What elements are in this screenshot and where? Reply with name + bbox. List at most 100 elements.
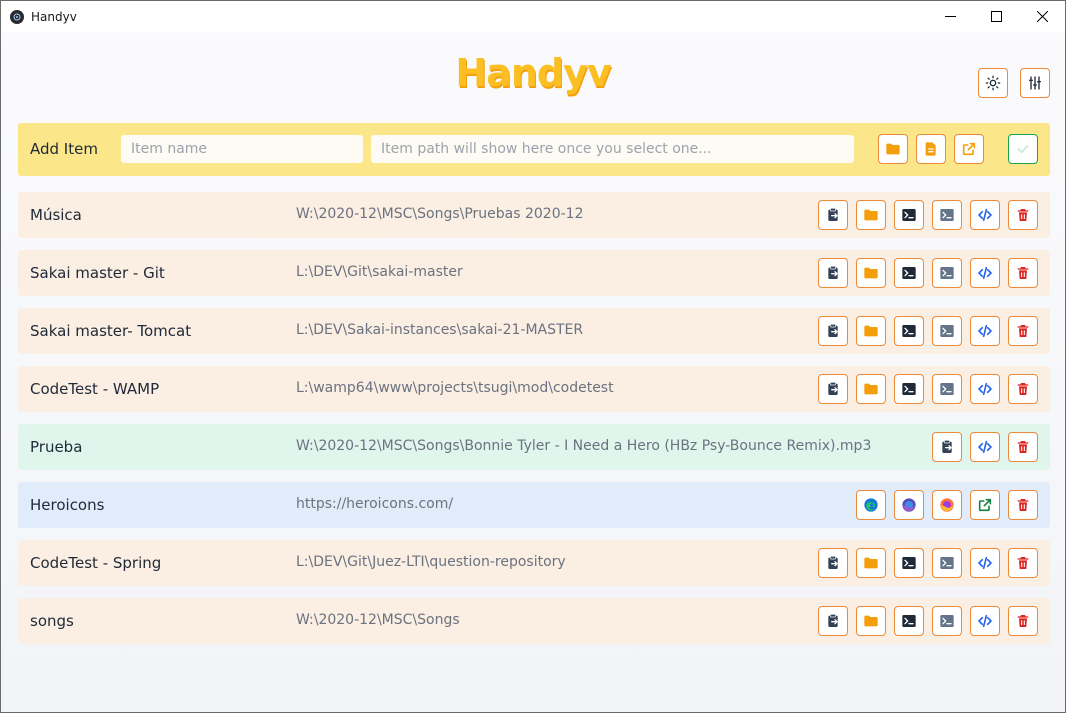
- item-row: songs W:\2020-12\MSC\Songs: [18, 598, 1050, 644]
- trash-icon: [1017, 383, 1029, 395]
- delete-button[interactable]: [1008, 490, 1038, 520]
- add-item-bar: Add Item: [18, 123, 1050, 176]
- maximize-button[interactable]: [973, 1, 1019, 32]
- open-in-browser-button[interactable]: [970, 490, 1000, 520]
- item-path: https://heroicons.com/: [296, 496, 454, 512]
- open-folder-button[interactable]: [856, 548, 886, 578]
- item-row: Heroicons https://heroicons.com/: [18, 482, 1050, 528]
- open-in-editor-button[interactable]: [970, 316, 1000, 346]
- select-file-button[interactable]: [916, 134, 946, 164]
- select-folder-button[interactable]: [878, 134, 908, 164]
- open-in-editor-button[interactable]: [970, 258, 1000, 288]
- open-in-firefox-dev-button[interactable]: [894, 490, 924, 520]
- close-icon: [1036, 11, 1048, 22]
- external-link-icon: [978, 498, 992, 512]
- trash-icon: [1017, 325, 1029, 337]
- folder-icon: [864, 615, 878, 627]
- confirm-add-button[interactable]: [1008, 134, 1038, 164]
- open-terminal-button[interactable]: [894, 606, 924, 636]
- open-in-editor-button[interactable]: [970, 548, 1000, 578]
- code-icon: [978, 266, 992, 280]
- copy-path-button[interactable]: [818, 374, 848, 404]
- open-powershell-button[interactable]: [932, 374, 962, 404]
- copy-path-button[interactable]: [818, 606, 848, 636]
- item-name: Heroicons: [30, 496, 105, 514]
- open-in-firefox-button[interactable]: [932, 490, 962, 520]
- minimize-button[interactable]: [927, 1, 973, 32]
- item-name-input[interactable]: [121, 135, 363, 163]
- copy-path-button[interactable]: [818, 200, 848, 230]
- open-terminal-button[interactable]: [894, 200, 924, 230]
- open-in-editor-button[interactable]: [970, 606, 1000, 636]
- trash-icon: [1017, 209, 1029, 221]
- delete-button[interactable]: [1008, 548, 1038, 578]
- document-icon: [925, 142, 936, 156]
- delete-button[interactable]: [1008, 374, 1038, 404]
- item-path: W:\2020-12\MSC\Songs\Bonnie Tyler - I Ne…: [296, 438, 872, 454]
- item-name: Sakai master- Tomcat: [30, 322, 192, 340]
- copy-path-button[interactable]: [818, 258, 848, 288]
- copy-path-button[interactable]: [818, 316, 848, 346]
- external-link-icon: [962, 142, 976, 156]
- code-icon: [978, 614, 992, 628]
- item-name: Música: [30, 206, 82, 224]
- open-in-editor-button[interactable]: [970, 200, 1000, 230]
- settings-button[interactable]: [1020, 68, 1050, 98]
- open-in-editor-button[interactable]: [970, 432, 1000, 462]
- item-name: Sakai master - Git: [30, 264, 165, 282]
- item-path: L:\DEV\Git\Juez-LTI\question-repository: [296, 554, 566, 570]
- open-terminal-button[interactable]: [894, 374, 924, 404]
- open-folder-button[interactable]: [856, 606, 886, 636]
- copy-path-button[interactable]: [932, 432, 962, 462]
- open-folder-button[interactable]: [856, 200, 886, 230]
- item-actions: [932, 432, 1038, 462]
- item-path-input[interactable]: [371, 135, 854, 163]
- open-in-editor-button[interactable]: [970, 374, 1000, 404]
- item-path: L:\wamp64\www\projects\tsugi\mod\codetes…: [296, 380, 614, 396]
- folder-icon: [864, 325, 878, 337]
- open-terminal-button[interactable]: [894, 258, 924, 288]
- open-powershell-button[interactable]: [932, 316, 962, 346]
- clipboard-icon: [828, 266, 838, 279]
- open-terminal-button[interactable]: [894, 548, 924, 578]
- open-in-edge-button[interactable]: [856, 490, 886, 520]
- minimize-icon: [944, 16, 956, 17]
- item-actions: [818, 548, 1038, 578]
- item-row: Sakai master- Tomcat L:\DEV\Sakai-instanc…: [18, 308, 1050, 354]
- app-logo: Handyv: [455, 51, 611, 95]
- maximize-icon: [990, 11, 1002, 22]
- delete-button[interactable]: [1008, 316, 1038, 346]
- open-terminal-button[interactable]: [894, 316, 924, 346]
- close-button[interactable]: [1019, 1, 1065, 32]
- code-icon: [978, 208, 992, 222]
- open-powershell-button[interactable]: [932, 200, 962, 230]
- check-icon: [1017, 144, 1029, 154]
- code-icon: [978, 324, 992, 338]
- delete-button[interactable]: [1008, 200, 1038, 230]
- open-powershell-button[interactable]: [932, 606, 962, 636]
- copy-path-button[interactable]: [818, 548, 848, 578]
- add-url-button[interactable]: [954, 134, 984, 164]
- firefox-icon: [940, 498, 954, 512]
- open-powershell-button[interactable]: [932, 258, 962, 288]
- folder-icon: [864, 267, 878, 279]
- sun-icon: [985, 75, 1001, 91]
- powershell-icon: [940, 383, 954, 395]
- folder-icon: [864, 209, 878, 221]
- open-powershell-button[interactable]: [932, 548, 962, 578]
- delete-button[interactable]: [1008, 606, 1038, 636]
- delete-button[interactable]: [1008, 432, 1038, 462]
- theme-toggle-button[interactable]: [978, 68, 1008, 98]
- item-path: L:\DEV\Sakai-instances\sakai-21-MASTER: [296, 322, 584, 338]
- item-actions: [856, 490, 1038, 520]
- open-folder-button[interactable]: [856, 258, 886, 288]
- edge-icon: [864, 498, 878, 512]
- powershell-icon: [940, 267, 954, 279]
- item-path: L:\DEV\Git\sakai-master: [296, 264, 463, 280]
- item-path: W:\2020-12\MSC\Songs: [296, 612, 460, 628]
- open-folder-button[interactable]: [856, 374, 886, 404]
- folder-icon: [886, 143, 900, 155]
- window-controls: [927, 1, 1065, 32]
- delete-button[interactable]: [1008, 258, 1038, 288]
- open-folder-button[interactable]: [856, 316, 886, 346]
